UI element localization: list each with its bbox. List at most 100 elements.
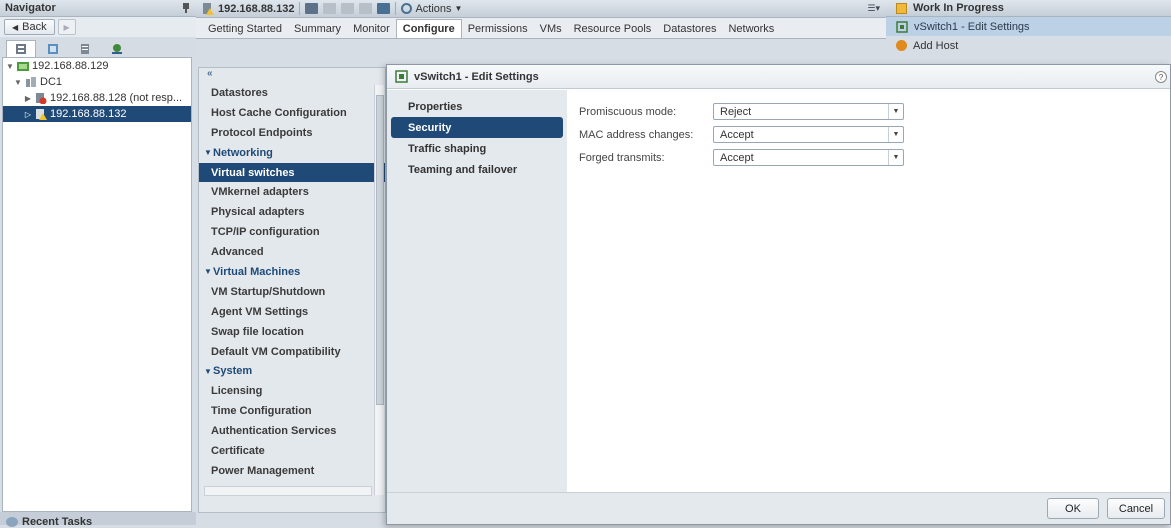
forged-transmits-select[interactable]: Accept ▼ [713,149,904,166]
config-item-swap-file-location[interactable]: Swap file location [199,322,385,342]
wip-item-label: vSwitch1 - Edit Settings [914,20,1030,33]
config-item-agent-vm-settings[interactable]: Agent VM Settings [199,302,385,322]
expand-arrow-icon[interactable]: ▼ [203,267,213,276]
datacenter-icon [26,76,36,87]
dialog-nav-traffic-shaping[interactable]: Traffic shaping [391,138,563,159]
mac-address-changes-row: MAC address changes: Accept ▼ [579,123,1158,146]
dialog-nav-properties[interactable]: Properties [391,96,563,117]
networking-icon [112,43,122,54]
forward-button[interactable]: ▶ [57,19,76,35]
promiscuous-mode-label: Promiscuous mode: [579,105,677,118]
host-title: 192.168.88.132 [202,2,294,15]
expand-arrow-icon[interactable]: ▼ [203,148,213,157]
configure-nav: « Datastores Host Cache Configuration Prot… [198,67,386,513]
dialog-nav-security[interactable]: Security [391,117,563,138]
collapse-arrow-icon[interactable]: ▶ [23,94,33,103]
edit-settings-dialog: vSwitch1 - Edit Settings ? Properties Se… [386,64,1171,525]
collapse-nav-button[interactable]: « [199,68,385,83]
tree-node-host-132[interactable]: ▷ 192.168.88.132 [3,106,191,122]
wip-item-add-host[interactable]: Add Host [886,36,1171,55]
vertical-scrollbar[interactable] [374,85,384,495]
vswitch-icon [896,20,908,33]
storage-tab[interactable] [70,40,100,57]
tab-getting-started[interactable]: Getting Started [202,19,288,38]
config-item-physical-adapters[interactable]: Physical adapters [199,202,385,222]
config-item-advanced[interactable]: Advanced [199,242,385,262]
chevron-down-icon[interactable]: ▼ [888,104,903,119]
config-item-virtual-switches[interactable]: Virtual switches [199,162,385,183]
chevron-down-icon[interactable]: ▼ [888,150,903,165]
config-group-label: Networking [213,146,273,159]
config-group-virtual-machines[interactable]: ▼ Virtual Machines [199,262,385,282]
power-on-icon[interactable] [323,3,337,14]
pin-icon[interactable] [181,2,191,14]
maintenance-icon[interactable] [359,3,373,14]
tree-node-vcenter[interactable]: ▼ 192.168.88.129 [3,58,191,74]
gear-icon [401,3,413,14]
back-button[interactable]: ◀ Back [4,19,55,35]
new-vm-icon[interactable] [377,3,391,14]
config-item-datastores[interactable]: Datastores [199,83,385,103]
config-group-system[interactable]: ▼ System [199,361,385,381]
storage-icon [81,43,89,54]
dialog-nav-teaming-failover[interactable]: Teaming and failover [391,159,563,180]
chevron-down-icon[interactable]: ▼ [888,127,903,142]
config-item-authentication-services[interactable]: Authentication Services [199,421,385,441]
vms-templates-tab[interactable] [38,40,68,57]
hosts-clusters-tab[interactable] [6,40,36,57]
tab-summary[interactable]: Summary [288,19,347,38]
tab-vms[interactable]: VMs [534,19,568,38]
toolbar-separator [299,2,301,15]
work-in-progress-header: Work In Progress [886,0,1171,17]
config-item-time-configuration[interactable]: Time Configuration [199,401,385,421]
host-warning-icon [36,108,47,120]
tab-resource-pools[interactable]: Resource Pools [568,19,658,38]
add-host-icon[interactable] [305,3,319,14]
config-item-certificate[interactable]: Certificate [199,441,385,461]
config-item-power-management[interactable]: Power Management [199,461,385,481]
promiscuous-mode-select[interactable]: Reject ▼ [713,103,904,120]
expand-arrow-icon[interactable]: ▼ [203,367,213,376]
tree-node-datacenter[interactable]: ▼ DC1 [3,74,191,90]
promiscuous-mode-row: Promiscuous mode: Reject ▼ [579,100,1158,123]
ok-button[interactable]: OK [1047,498,1099,519]
tab-networks[interactable]: Networks [722,19,780,38]
config-item-default-vm-compatibility[interactable]: Default VM Compatibility [199,342,385,362]
config-item-vmkernel-adapters[interactable]: VMkernel adapters [199,182,385,202]
mac-address-changes-select[interactable]: Accept ▼ [713,126,904,143]
config-group-networking[interactable]: ▼ Networking [199,143,385,163]
dialog-footer: OK Cancel [387,492,1170,524]
tree-node-host-128[interactable]: ▶ 192.168.88.128 (not resp... [3,90,191,106]
vcenter-icon [17,61,29,71]
dialog-title: vSwitch1 - Edit Settings [414,70,539,83]
expand-arrow-icon[interactable]: ▼ [5,62,15,71]
warning-icon [896,40,907,51]
tab-configure[interactable]: Configure [395,19,462,38]
main-menu-icon[interactable]: ☰▾ [867,3,880,14]
horizontal-scrollbar[interactable] [204,486,372,496]
config-item-protocol-endpoints[interactable]: Protocol Endpoints [199,123,385,143]
tab-datastores[interactable]: Datastores [657,19,722,38]
recent-tasks-header[interactable]: Recent Tasks [6,516,92,528]
scroll-thumb[interactable] [376,95,384,405]
config-item-tcp-ip-configuration[interactable]: TCP/IP configuration [199,222,385,242]
tab-monitor[interactable]: Monitor [347,19,396,38]
mac-address-changes-label: MAC address changes: [579,128,694,141]
config-item-host-cache-configuration[interactable]: Host Cache Configuration [199,103,385,123]
vms-templates-icon [48,43,58,54]
config-item-licensing[interactable]: Licensing [199,381,385,401]
back-arrow-icon: ◀ [12,22,19,32]
collapse-arrow-icon[interactable]: ▷ [23,110,33,119]
tree-node-label: 192.168.88.129 [32,60,109,72]
config-item-vm-startup-shutdown[interactable]: VM Startup/Shutdown [199,282,385,302]
wip-item-edit-settings[interactable]: vSwitch1 - Edit Settings [886,17,1171,36]
actions-menu[interactable]: Actions ▼ [401,3,462,15]
cancel-button[interactable]: Cancel [1107,498,1165,519]
help-icon[interactable]: ? [1155,71,1167,83]
expand-arrow-icon[interactable]: ▼ [13,78,23,87]
power-off-icon[interactable] [341,3,355,14]
networking-tab[interactable] [102,40,132,57]
pencil-icon [896,2,907,14]
tab-permissions[interactable]: Permissions [462,19,534,38]
vswitch-icon [395,70,408,83]
